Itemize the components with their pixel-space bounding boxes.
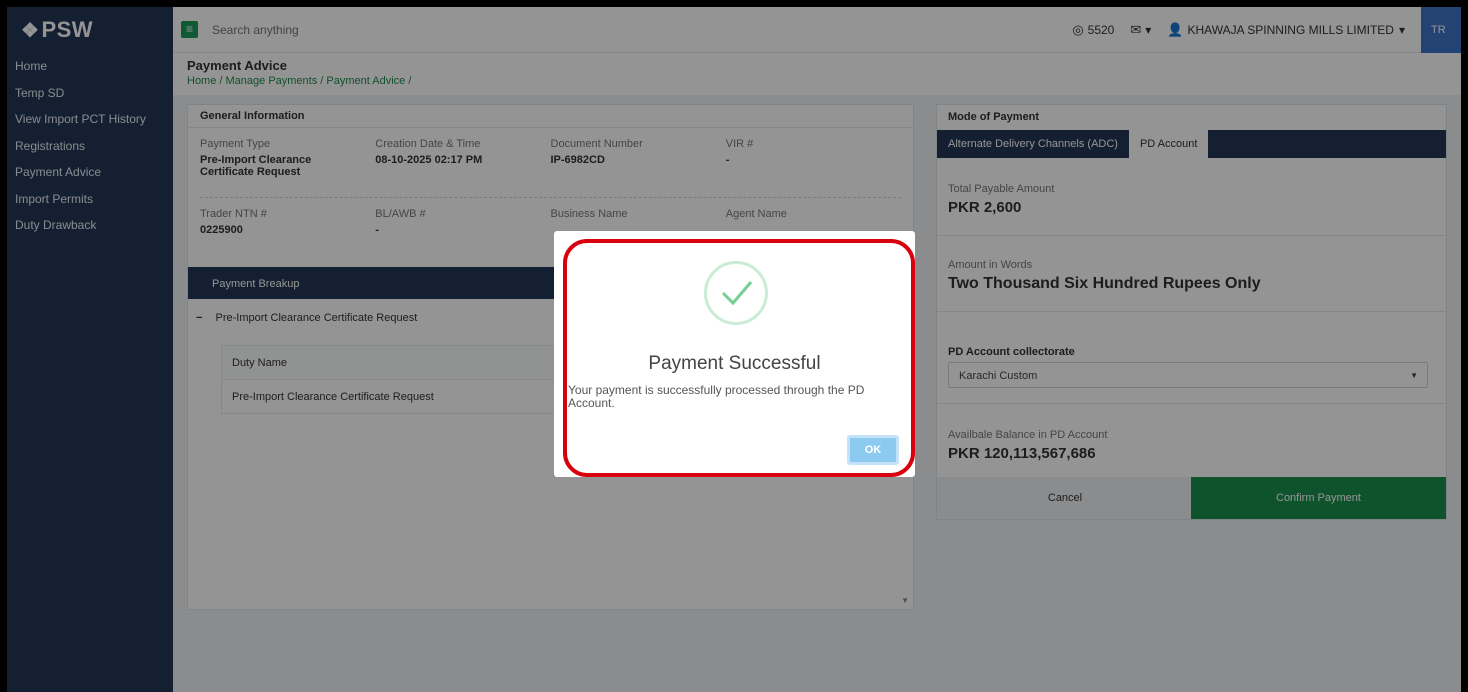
highlight-annotation-ring bbox=[563, 239, 915, 477]
app-window: ❖ PSW Home Temp SD View Import PCT Histo… bbox=[7, 7, 1461, 692]
